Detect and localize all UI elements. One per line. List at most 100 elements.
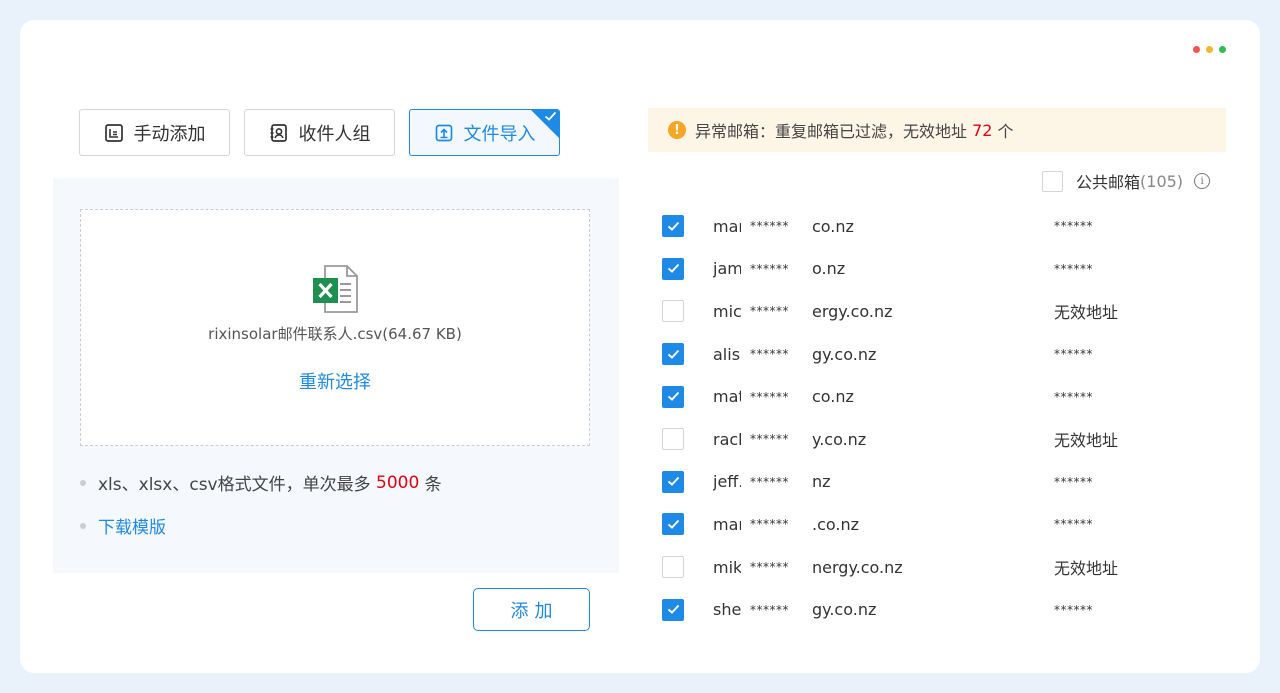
check-icon: [544, 111, 557, 122]
recipient-name: jam: [713, 259, 741, 279]
warning-text-prefix: 异常邮箱：重复邮箱已过滤，无效地址: [695, 122, 973, 141]
recipient-status: 无效地址: [1054, 431, 1119, 451]
invalid-count: 72: [972, 120, 993, 140]
tab-label: 收件人组: [298, 123, 371, 145]
recipient-checkbox[interactable]: [662, 385, 684, 408]
check-icon: [667, 519, 680, 530]
recipient-domain: ergy.co.nz: [812, 301, 893, 321]
recipient-name: mic: [713, 301, 741, 321]
reselect-file-link[interactable]: 重新选择: [81, 368, 589, 394]
format-note-limit: 5000: [376, 472, 420, 493]
recipient-status: ******: [1054, 389, 1093, 404]
check-icon: [667, 604, 680, 615]
recipient-mask: ******: [750, 389, 789, 404]
invalid-address-warning: ! 异常邮箱：重复邮箱已过滤，无效地址 72 个: [648, 108, 1226, 152]
tab-file-import[interactable]: 文件导入: [409, 109, 560, 156]
import-panel: rixinsolar邮件联系人.csv(64.67 KB) 重新选择 xls、x…: [53, 178, 619, 573]
recipient-domain: o.nz: [812, 259, 846, 279]
recipient-mask: ******: [750, 517, 789, 532]
recipient-checkbox[interactable]: [662, 257, 684, 280]
manual-add-icon: [104, 123, 124, 143]
recipient-row: rach ****** y.co.nz 无效地址: [662, 418, 1222, 461]
recipient-mask: ******: [750, 219, 789, 234]
recipient-name: mat: [713, 387, 741, 407]
recipient-domain: nz: [812, 472, 831, 492]
window-controls: [1193, 46, 1226, 53]
public-mailbox-filter: 公共邮箱 (105) i: [1042, 169, 1211, 193]
recipient-row: alis ****** gy.co.nz ******: [662, 333, 1222, 376]
file-dropzone[interactable]: rixinsolar邮件联系人.csv(64.67 KB) 重新选择: [80, 209, 590, 446]
window-dot-green[interactable]: [1219, 46, 1226, 53]
recipient-domain: co.nz: [812, 387, 854, 407]
recipient-domain: .co.nz: [812, 514, 860, 534]
recipient-name: mar: [713, 216, 741, 236]
recipient-row: mik ****** nergy.co.nz 无效地址: [662, 546, 1222, 589]
warning-text-suffix: 个: [992, 122, 1014, 141]
tab-label: 手动添加: [133, 123, 206, 145]
recipient-domain: y.co.nz: [812, 429, 867, 449]
file-import-icon: [434, 123, 454, 143]
recipient-status: ******: [1054, 347, 1093, 362]
tab-manual-add[interactable]: 手动添加: [79, 109, 230, 156]
recipient-name: mar: [713, 514, 741, 534]
recipient-mask: ******: [750, 602, 789, 617]
recipient-mask: ******: [750, 347, 789, 362]
recipient-mask: ******: [750, 432, 789, 447]
file-name: rixinsolar邮件联系人.csv(64.67 KB): [208, 325, 462, 343]
contact-group-icon: [269, 123, 289, 143]
recipient-name: alis: [713, 344, 741, 364]
recipient-name: mik: [713, 557, 741, 577]
check-icon: [667, 391, 680, 402]
download-template-link[interactable]: 下载模版: [98, 513, 166, 538]
recipient-domain: nergy.co.nz: [812, 557, 903, 577]
recipient-checkbox[interactable]: [662, 343, 684, 366]
format-note: xls、xlsx、csv格式文件，单次最多 5000 条: [80, 470, 442, 495]
recipient-status: ******: [1054, 517, 1093, 532]
download-template-row: 下载模版: [80, 513, 166, 538]
public-mailbox-label: 公共邮箱: [1076, 173, 1141, 192]
tab-label: 文件导入: [463, 123, 536, 145]
recipient-checkbox[interactable]: [662, 215, 684, 238]
recipient-status: ******: [1054, 474, 1093, 489]
recipient-mask: ******: [750, 474, 789, 489]
app-window: 手动添加 收件人组 文件导入 rixinsolar邮件联系人.csv(64.67…: [20, 20, 1260, 673]
check-icon: [667, 349, 680, 360]
format-note-suffix: 条: [419, 475, 442, 495]
bullet-icon: [80, 479, 86, 486]
recipient-status: ******: [1054, 602, 1093, 617]
recipient-row: mat ****** co.nz ******: [662, 375, 1222, 418]
add-button[interactable]: 添加: [473, 588, 590, 631]
recipient-row: mic ****** ergy.co.nz 无效地址: [662, 290, 1222, 333]
check-icon: [667, 221, 680, 232]
recipient-checkbox[interactable]: [662, 300, 684, 323]
format-note-prefix: xls、xlsx、csv格式文件，单次最多: [98, 475, 377, 495]
recipient-row: jeff. ****** nz ******: [662, 461, 1222, 504]
recipient-row: mar ****** .co.nz ******: [662, 503, 1222, 546]
recipient-row: jam ****** o.nz ******: [662, 248, 1222, 291]
tab-contact-group[interactable]: 收件人组: [244, 109, 395, 156]
recipient-list: mar******co.nz******jam******o.nz******m…: [662, 205, 1222, 631]
recipient-checkbox[interactable]: [662, 556, 684, 579]
public-mailbox-checkbox[interactable]: [1042, 170, 1063, 192]
recipient-domain: co.nz: [812, 216, 854, 236]
recipient-checkbox[interactable]: [662, 428, 684, 451]
recipient-mask: ******: [750, 304, 789, 319]
public-mailbox-count: (105): [1140, 171, 1184, 191]
recipient-name: she: [713, 600, 741, 620]
recipient-status: 无效地址: [1054, 303, 1119, 323]
window-dot-yellow[interactable]: [1206, 46, 1213, 53]
recipient-name: jeff.: [713, 472, 741, 492]
check-icon: [667, 263, 680, 274]
recipient-checkbox[interactable]: [662, 513, 684, 536]
recipient-name: rach: [713, 429, 741, 449]
window-dot-red[interactable]: [1193, 46, 1200, 53]
recipient-status: ******: [1054, 219, 1093, 234]
recipient-checkbox[interactable]: [662, 598, 684, 621]
info-icon[interactable]: i: [1194, 173, 1211, 189]
recipient-status: 无效地址: [1054, 559, 1119, 579]
recipient-checkbox[interactable]: [662, 470, 684, 493]
warning-icon: !: [668, 121, 686, 139]
recipient-status: ******: [1054, 261, 1093, 276]
recipient-domain: gy.co.nz: [812, 344, 877, 364]
recipient-mask: ******: [750, 261, 789, 276]
